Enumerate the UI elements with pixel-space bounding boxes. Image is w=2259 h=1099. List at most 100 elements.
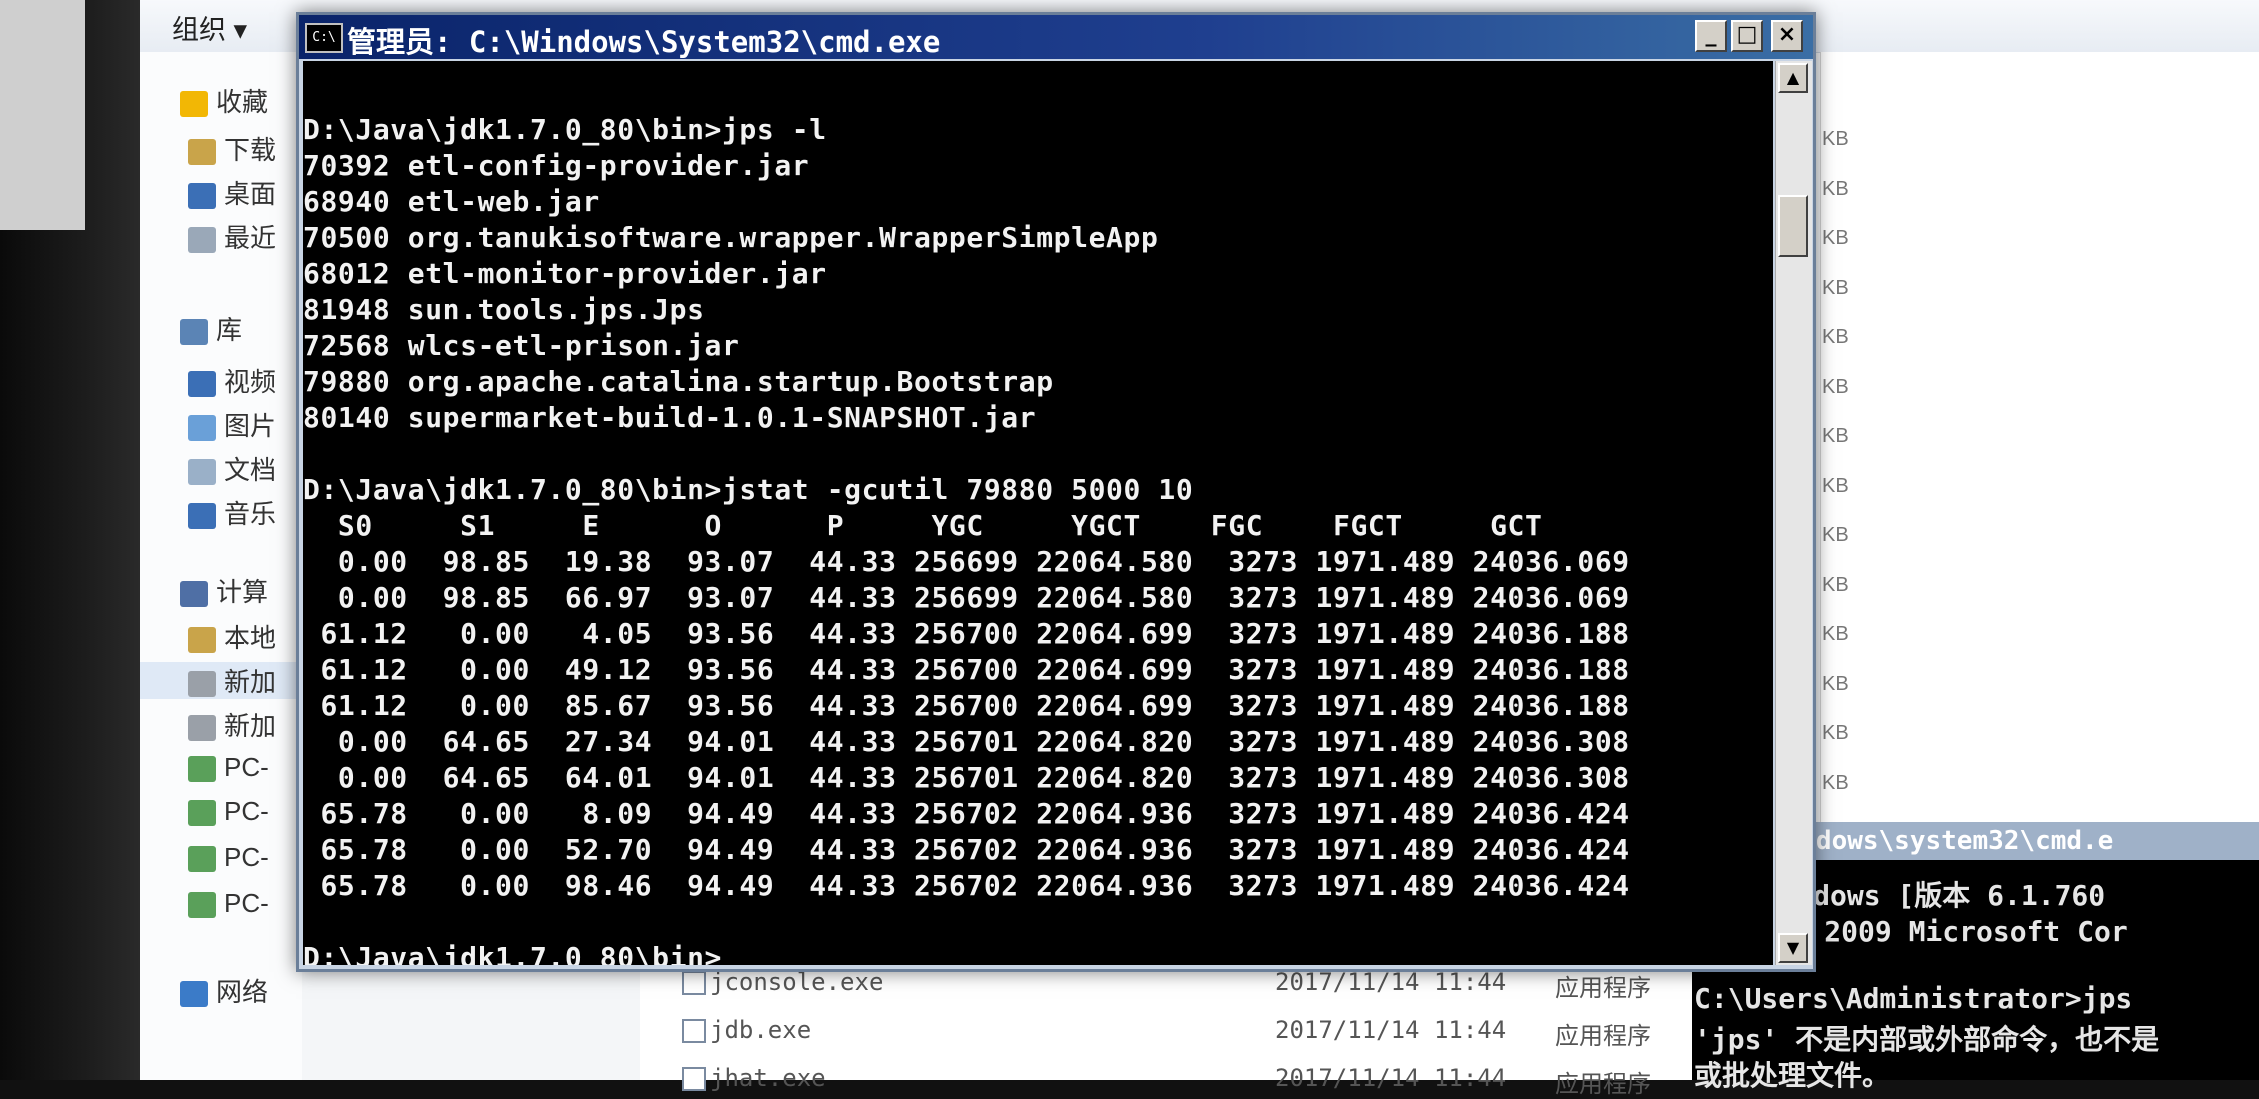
console-line: 61.12 0.00 49.12 93.56 44.33 256700 2206… bbox=[303, 653, 1630, 686]
console-line: 61.12 0.00 4.05 93.56 44.33 256700 22064… bbox=[303, 617, 1630, 650]
minimize-button[interactable]: _ bbox=[1695, 20, 1727, 52]
nav-item-label: 网络 bbox=[216, 977, 269, 1007]
nav-item[interactable]: 下载 bbox=[188, 130, 276, 167]
console-prompt-line[interactable]: D:\Java\jdk1.7.0_80\bin> bbox=[303, 941, 740, 965]
file-size-unit: KB bbox=[1822, 771, 1849, 794]
exe-file-icon bbox=[682, 1067, 706, 1091]
file-size-unit: KB bbox=[1822, 722, 1849, 744]
nav-item[interactable]: PC- bbox=[188, 796, 269, 827]
document-library-icon bbox=[188, 459, 216, 486]
close-button[interactable]: × bbox=[1771, 20, 1803, 52]
file-size-unit: KB bbox=[1822, 573, 1849, 596]
library-icon bbox=[180, 319, 208, 346]
secondary-console-line: 'jps' 不是内部或外部命令，也不是 bbox=[1694, 1023, 2160, 1056]
console-line: 61.12 0.00 85.67 93.56 44.33 256700 2206… bbox=[303, 689, 1630, 722]
file-row[interactable]: jdb.exe 2017/11/14 11:44 应用程序 bbox=[640, 1010, 1840, 1050]
file-name: jhat.exe bbox=[710, 1064, 826, 1092]
nav-item-label: 新加 bbox=[224, 711, 277, 741]
console-line: 65.78 0.00 8.09 94.49 44.33 256702 22064… bbox=[303, 797, 1630, 830]
organize-menu-button[interactable]: 组织 ▾ bbox=[172, 8, 247, 47]
network-icon bbox=[180, 981, 208, 1008]
nav-item-label: 收藏 bbox=[216, 87, 269, 117]
music-library-icon bbox=[188, 503, 216, 530]
star-icon bbox=[180, 91, 208, 118]
nav-item[interactable]: 本地 bbox=[188, 618, 276, 655]
monitor-bezel bbox=[0, 0, 140, 1080]
desktop-icon bbox=[188, 183, 216, 210]
file-size-unit: KB bbox=[1822, 672, 1849, 695]
network-drive-icon bbox=[188, 800, 216, 827]
nav-item[interactable]: 视频 bbox=[188, 362, 276, 399]
nav-item-label: PC- bbox=[224, 888, 269, 918]
console-line: 0.00 64.65 27.34 94.01 44.33 256701 2206… bbox=[303, 725, 1630, 758]
file-row[interactable]: jhat.exe 2017/11/14 11:44 应用程序 bbox=[640, 1058, 1840, 1098]
console-prompt: D:\Java\jdk1.7.0_80\bin> bbox=[303, 941, 722, 965]
file-size-unit: KB bbox=[1822, 227, 1849, 249]
scroll-thumb[interactable] bbox=[1778, 195, 1808, 257]
console-line: 0.00 98.85 19.38 93.07 44.33 256699 2206… bbox=[303, 545, 1630, 578]
scroll-up-arrow-icon[interactable]: ▲ bbox=[1778, 63, 1808, 93]
nav-item[interactable]: PC- bbox=[188, 842, 269, 873]
nav-item[interactable]: 新加 bbox=[140, 662, 302, 699]
nav-item[interactable]: 音乐 bbox=[188, 494, 276, 531]
navigation-pane: 收藏 下载 桌面 最近库视频 图片 文档 音乐 计算 本地 新加 新加 PC- PC- PC- PC- 网络 bbox=[140, 52, 302, 1080]
exe-file-icon bbox=[682, 1019, 706, 1043]
nav-item[interactable]: 图片 bbox=[188, 406, 276, 443]
drive-icon bbox=[188, 671, 216, 698]
recent-places-icon bbox=[188, 227, 216, 254]
screen-glare bbox=[0, 0, 85, 230]
nav-item[interactable]: 计算 bbox=[180, 572, 268, 609]
console-line: 81948 sun.tools.jps.Jps bbox=[303, 293, 705, 326]
nav-item[interactable]: PC- bbox=[188, 888, 269, 919]
file-list-area bbox=[1820, 52, 2259, 832]
nav-item[interactable]: 网络 bbox=[180, 972, 268, 1009]
file-type: 应用程序 bbox=[1555, 1023, 1651, 1050]
nav-item-label: 库 bbox=[216, 315, 243, 345]
maximize-button[interactable]: □ bbox=[1731, 20, 1763, 52]
file-size-unit: KB bbox=[1822, 177, 1849, 200]
picture-library-icon bbox=[188, 415, 216, 442]
vertical-scrollbar[interactable]: ▲ ▼ bbox=[1775, 61, 1812, 965]
nav-item-label: 下载 bbox=[224, 135, 277, 165]
cmd-window[interactable]: C:\ 管理员: C:\Windows\System32\cmd.exe _ □… bbox=[296, 12, 1816, 972]
nav-item[interactable]: 最近 bbox=[188, 218, 276, 255]
nav-item[interactable]: 新加 bbox=[188, 706, 276, 743]
console-line: 79880 org.apache.catalina.startup.Bootst… bbox=[303, 365, 1054, 398]
nav-item[interactable]: 桌面 bbox=[188, 174, 276, 211]
nav-item-label: 最近 bbox=[224, 223, 277, 253]
file-size-unit: KB bbox=[1822, 524, 1849, 546]
console-output[interactable]: D:\Java\jdk1.7.0_80\bin>jps -l 70392 etl-… bbox=[303, 61, 1773, 965]
nav-item[interactable]: 库 bbox=[180, 310, 242, 347]
cmd-app-icon[interactable]: C:\ bbox=[305, 23, 343, 53]
secondary-console-line: C:\Users\Administrator>jps bbox=[1694, 982, 2133, 1015]
console-line: 0.00 98.85 66.97 93.07 44.33 256699 2206… bbox=[303, 581, 1630, 614]
file-size-unit: KB bbox=[1822, 326, 1849, 348]
nav-item-label: PC- bbox=[224, 842, 269, 872]
console-line: S0 S1 E O P YGC YGCT FGC FGCT GCT bbox=[303, 509, 1543, 542]
console-line: D:\Java\jdk1.7.0_80\bin>jstat -gcutil 79… bbox=[303, 473, 1194, 506]
file-size-unit: KB bbox=[1822, 375, 1849, 398]
video-library-icon bbox=[188, 371, 216, 398]
console-line: 70500 org.tanukisoftware.wrapper.Wrapper… bbox=[303, 221, 1159, 254]
nav-item[interactable]: PC- bbox=[188, 752, 269, 783]
nav-item-label: 图片 bbox=[224, 411, 277, 441]
nav-item[interactable]: 收藏 bbox=[180, 82, 268, 119]
console-line: D:\Java\jdk1.7.0_80\bin>jps -l bbox=[303, 113, 827, 146]
local-disk-icon bbox=[188, 627, 216, 654]
nav-item-label: 文档 bbox=[224, 455, 277, 485]
console-line: 65.78 0.00 98.46 94.49 44.33 256702 2206… bbox=[303, 869, 1630, 902]
console-line: 72568 wlcs-etl-prison.jar bbox=[303, 329, 740, 362]
nav-item-label: 视频 bbox=[224, 367, 277, 397]
file-type: 应用程序 bbox=[1555, 975, 1651, 1002]
secondary-console-line: 或批处理文件。 bbox=[1694, 1059, 1891, 1092]
file-date: 2017/11/14 11:44 bbox=[1275, 1016, 1507, 1044]
file-date: 2017/11/14 11:44 bbox=[1275, 968, 1507, 996]
nav-item[interactable]: 文档 bbox=[188, 450, 276, 487]
file-date: 2017/11/14 11:44 bbox=[1275, 1064, 1507, 1092]
nav-item-label: 本地 bbox=[224, 623, 277, 653]
cmd-window-title: 管理员: C:\Windows\System32\cmd.exe bbox=[347, 25, 941, 59]
nav-item-label: 音乐 bbox=[224, 499, 277, 529]
computer-icon bbox=[180, 581, 208, 608]
scroll-down-arrow-icon[interactable]: ▼ bbox=[1778, 933, 1808, 963]
cmd-title-bar[interactable]: C:\ 管理员: C:\Windows\System32\cmd.exe _ □… bbox=[299, 15, 1813, 59]
